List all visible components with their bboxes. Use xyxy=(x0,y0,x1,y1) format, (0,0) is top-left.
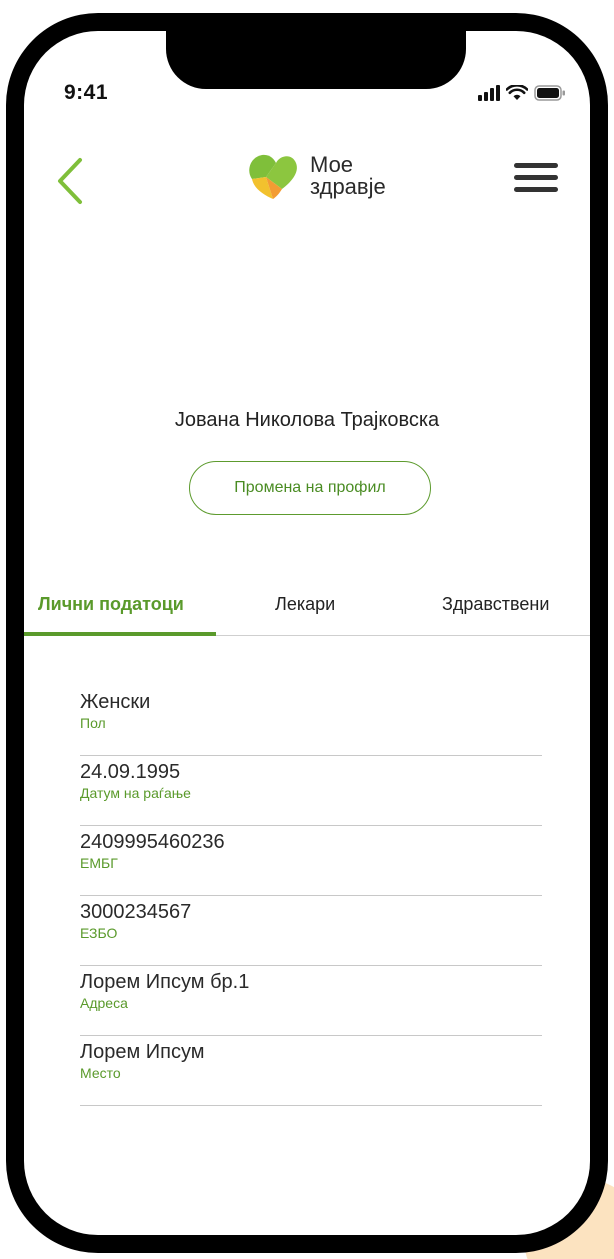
info-value: Лорем Ипсум xyxy=(80,1041,205,1063)
hamburger-menu-icon xyxy=(514,163,558,192)
info-value: Женски xyxy=(80,691,151,713)
tab-doctors[interactable]: Лекари xyxy=(275,594,335,615)
info-value: Лорем Ипсум бр.1 xyxy=(80,971,250,993)
info-label: ЕЗБО xyxy=(80,925,118,941)
heart-logo-icon xyxy=(249,154,297,199)
logo-text: Мое здравје xyxy=(310,154,386,198)
menu-button[interactable] xyxy=(514,163,558,197)
info-label: Датум на раѓање xyxy=(80,785,191,801)
signal-icon xyxy=(478,85,500,101)
logo-line2: здравје xyxy=(310,174,386,199)
app-screen: 9:41 Мое здравје Јована Николова Трајков… xyxy=(24,31,590,1235)
active-tab-indicator xyxy=(24,632,216,636)
notch xyxy=(166,31,466,89)
info-birth-date: 24.09.1995 Датум на раѓање xyxy=(80,756,542,826)
info-label: ЕМБГ xyxy=(80,855,118,871)
status-time: 9:41 xyxy=(64,81,109,104)
battery-icon xyxy=(534,85,565,101)
profile-name: Јована Николова Трајковска xyxy=(174,409,440,431)
edit-profile-button[interactable]: Промена на профил xyxy=(189,461,431,515)
info-value: 2409995460236 xyxy=(80,831,225,853)
info-value: 24.09.1995 xyxy=(80,761,181,783)
status-icons xyxy=(478,85,566,101)
logo-line1: Мое xyxy=(310,152,354,177)
info-label: Пол xyxy=(80,715,106,731)
personal-info-list: Женски Пол 24.09.1995 Датум на раѓање 24… xyxy=(80,686,542,1106)
app-logo: Мое здравје xyxy=(246,149,386,203)
tab-health[interactable]: Здравствени xyxy=(442,594,549,615)
wifi-icon xyxy=(506,85,528,100)
phone-frame: 9:41 Мое здравје Јована Николова Трајков… xyxy=(6,13,608,1253)
info-gender: Женски Пол xyxy=(80,686,542,756)
back-button[interactable] xyxy=(50,156,90,206)
info-label: Адреса xyxy=(80,995,128,1011)
info-place: Лорем Ипсум Место xyxy=(80,1036,542,1106)
chevron-left-icon xyxy=(58,158,82,204)
info-label: Место xyxy=(80,1065,121,1081)
tab-bar: Лични податоци Лекари Здравствени xyxy=(24,586,590,636)
info-address: Лорем Ипсум бр.1 Адреса xyxy=(80,966,542,1036)
tab-personal-data[interactable]: Лични податоци xyxy=(38,594,184,615)
info-value: 3000234567 xyxy=(80,901,192,923)
info-ezbo: 3000234567 ЕЗБО xyxy=(80,896,542,966)
info-embg: 2409995460236 ЕМБГ xyxy=(80,826,542,896)
